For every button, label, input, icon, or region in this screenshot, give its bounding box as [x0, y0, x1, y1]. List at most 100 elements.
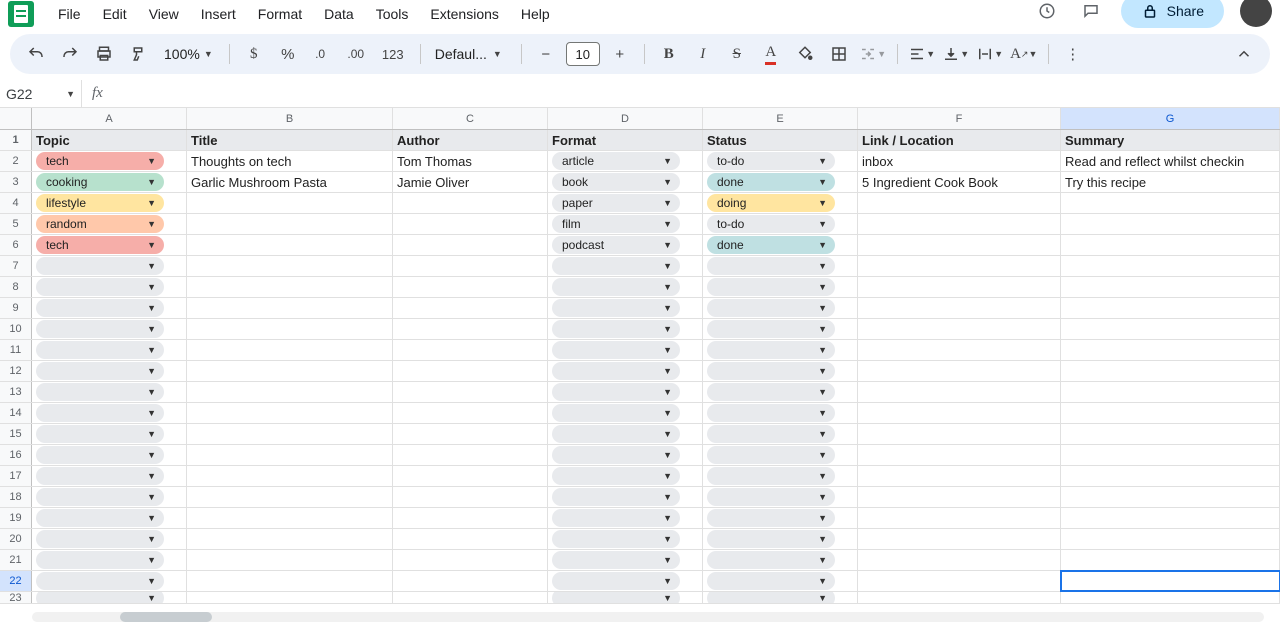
cell[interactable]: Try this recipe: [1061, 172, 1280, 192]
cell[interactable]: [858, 193, 1061, 213]
cell[interactable]: [187, 235, 393, 255]
cell[interactable]: [393, 445, 548, 465]
cell[interactable]: [1061, 529, 1280, 549]
cell[interactable]: [858, 529, 1061, 549]
more-button[interactable]: ⋮: [1059, 40, 1087, 68]
zoom-dropdown[interactable]: 100% ▼: [158, 46, 219, 62]
cell[interactable]: ▼: [32, 592, 187, 603]
cell[interactable]: ▼: [703, 592, 858, 603]
cell[interactable]: [187, 529, 393, 549]
cell[interactable]: [393, 529, 548, 549]
cell[interactable]: 5 Ingredient Cook Book: [858, 172, 1061, 192]
row-header[interactable]: 3: [0, 172, 32, 192]
dropdown-chip[interactable]: ▼: [707, 425, 835, 443]
menu-data[interactable]: Data: [314, 2, 364, 26]
row-header[interactable]: 19: [0, 508, 32, 528]
strikethrough-button[interactable]: S: [723, 40, 751, 68]
cell[interactable]: ▼: [32, 256, 187, 276]
cell[interactable]: ▼: [32, 529, 187, 549]
dropdown-chip[interactable]: ▼: [552, 488, 680, 506]
paint-format-button[interactable]: [124, 40, 152, 68]
cell[interactable]: ▼: [548, 424, 703, 444]
cell[interactable]: [858, 550, 1061, 570]
scrollbar-thumb[interactable]: [120, 612, 212, 622]
cell[interactable]: ▼: [703, 529, 858, 549]
cell[interactable]: [858, 277, 1061, 297]
cell[interactable]: [1061, 508, 1280, 528]
decrease-decimal-button[interactable]: .0: [308, 40, 336, 68]
col-header-B[interactable]: B: [187, 108, 393, 129]
col-header-C[interactable]: C: [393, 108, 548, 129]
dropdown-chip[interactable]: ▼: [707, 383, 835, 401]
dropdown-chip[interactable]: lifestyle▼: [36, 194, 164, 212]
cell[interactable]: ▼: [548, 403, 703, 423]
cell[interactable]: ▼: [32, 445, 187, 465]
borders-button[interactable]: [825, 40, 853, 68]
cell[interactable]: [1061, 592, 1280, 603]
dropdown-chip[interactable]: ▼: [707, 572, 835, 590]
cell[interactable]: [393, 592, 548, 603]
cell[interactable]: tech▼: [32, 151, 187, 171]
dropdown-chip[interactable]: ▼: [552, 383, 680, 401]
cell[interactable]: ▼: [548, 487, 703, 507]
row-header[interactable]: 4: [0, 193, 32, 213]
dropdown-chip[interactable]: ▼: [36, 592, 164, 603]
cell[interactable]: Thoughts on tech: [187, 151, 393, 171]
cell[interactable]: ▼: [32, 382, 187, 402]
cell[interactable]: [393, 235, 548, 255]
cell[interactable]: cooking▼: [32, 172, 187, 192]
cell[interactable]: Garlic Mushroom Pasta: [187, 172, 393, 192]
menu-format[interactable]: Format: [248, 2, 312, 26]
cell[interactable]: [187, 361, 393, 381]
dropdown-chip[interactable]: ▼: [36, 299, 164, 317]
dropdown-chip[interactable]: ▼: [707, 488, 835, 506]
dropdown-chip[interactable]: random▼: [36, 215, 164, 233]
dropdown-chip[interactable]: ▼: [552, 572, 680, 590]
cell[interactable]: ▼: [548, 508, 703, 528]
row-header[interactable]: 22: [0, 571, 32, 591]
dropdown-chip[interactable]: ▼: [707, 404, 835, 422]
row-header[interactable]: 5: [0, 214, 32, 234]
cell[interactable]: ▼: [703, 319, 858, 339]
dropdown-chip[interactable]: ▼: [552, 257, 680, 275]
cell[interactable]: ▼: [548, 361, 703, 381]
dropdown-chip[interactable]: done▼: [707, 173, 835, 191]
dropdown-chip[interactable]: article▼: [552, 152, 680, 170]
sheets-logo[interactable]: [8, 1, 34, 27]
cell[interactable]: [393, 382, 548, 402]
cell[interactable]: random▼: [32, 214, 187, 234]
row-header[interactable]: 17: [0, 466, 32, 486]
merge-button[interactable]: ▼: [859, 40, 887, 68]
undo-button[interactable]: [22, 40, 50, 68]
format-123-button[interactable]: 123: [376, 40, 410, 68]
cell[interactable]: [1061, 571, 1280, 591]
cell[interactable]: [858, 424, 1061, 444]
row-header[interactable]: 8: [0, 277, 32, 297]
cell[interactable]: Format: [548, 130, 703, 150]
col-header-D[interactable]: D: [548, 108, 703, 129]
horizontal-scrollbar[interactable]: [32, 612, 1264, 622]
dropdown-chip[interactable]: ▼: [552, 530, 680, 548]
formula-input[interactable]: [113, 80, 1280, 107]
font-dropdown[interactable]: Defaul...▼: [431, 46, 511, 62]
cell[interactable]: [187, 319, 393, 339]
cell[interactable]: [1061, 340, 1280, 360]
cell[interactable]: ▼: [32, 508, 187, 528]
cell[interactable]: [187, 256, 393, 276]
cell[interactable]: [187, 592, 393, 603]
cell[interactable]: [187, 214, 393, 234]
cell[interactable]: inbox: [858, 151, 1061, 171]
cell[interactable]: [393, 214, 548, 234]
row-header[interactable]: 11: [0, 340, 32, 360]
name-box[interactable]: G22▼: [0, 80, 82, 107]
dropdown-chip[interactable]: ▼: [707, 509, 835, 527]
cell[interactable]: [187, 508, 393, 528]
cell[interactable]: [393, 319, 548, 339]
cell[interactable]: paper▼: [548, 193, 703, 213]
cell[interactable]: ▼: [703, 298, 858, 318]
decrease-font-button[interactable]: −: [532, 40, 560, 68]
cell[interactable]: [858, 487, 1061, 507]
cell[interactable]: ▼: [703, 550, 858, 570]
cell[interactable]: ▼: [703, 445, 858, 465]
dropdown-chip[interactable]: ▼: [707, 299, 835, 317]
